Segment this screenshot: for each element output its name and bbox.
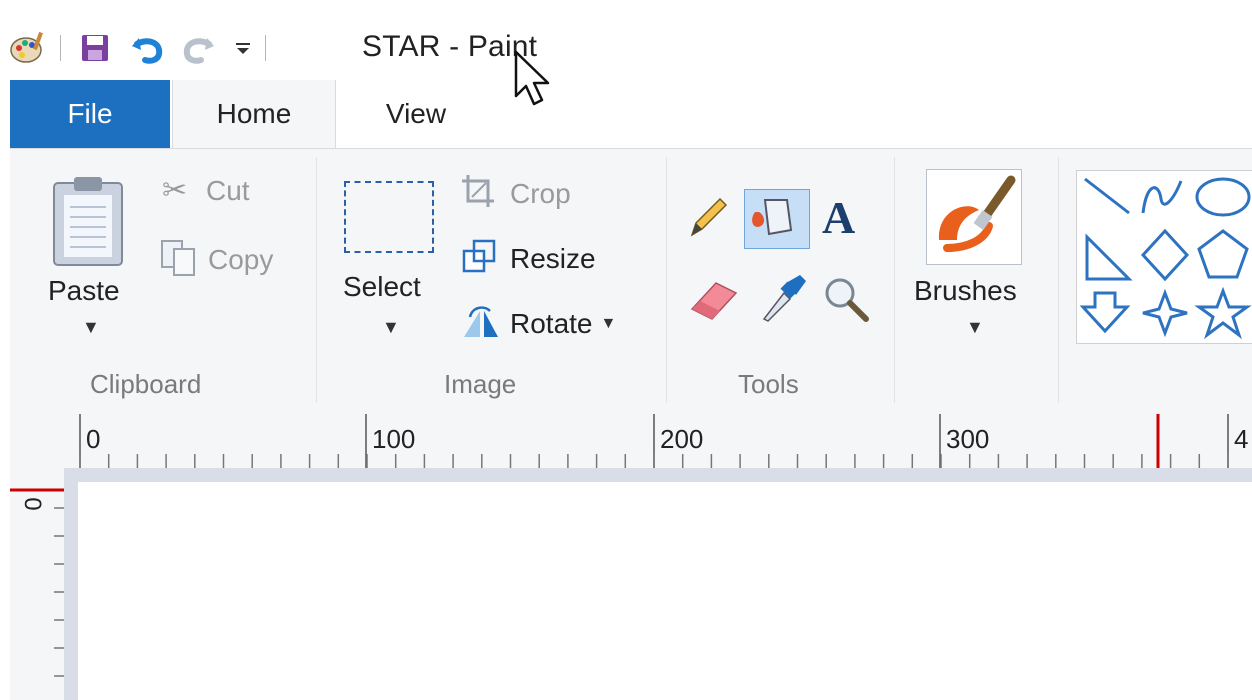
save-icon[interactable]	[75, 28, 115, 68]
tab-view[interactable]: View	[336, 80, 496, 148]
down-arrow-icon	[1079, 291, 1131, 334]
pencil-tool[interactable]	[686, 193, 732, 239]
group-separator	[316, 157, 317, 403]
rotate-button[interactable]: Rotate ▼	[460, 301, 616, 346]
right-triangle-icon	[1085, 233, 1133, 281]
select-button[interactable]: Select ▼	[330, 171, 448, 351]
ruler-label-300: 300	[946, 424, 990, 454]
group-separator	[666, 157, 667, 403]
ruler-label-0: 0	[86, 424, 101, 454]
qat-separator	[60, 35, 61, 61]
rotate-dropdown-arrow-icon: ▼	[600, 314, 617, 332]
cut-button[interactable]: ✂ Cut	[162, 173, 250, 208]
vertical-ruler-label-0: 0	[20, 497, 48, 511]
curve-icon	[1141, 180, 1183, 214]
scissors-icon: ✂	[162, 174, 188, 207]
tab-file[interactable]: File	[10, 80, 170, 148]
text-tool[interactable]: A	[822, 191, 872, 243]
select-rectangle-icon	[344, 181, 434, 253]
paste-dropdown-arrow-icon: ▼	[82, 317, 100, 337]
crop-label: Crop	[510, 177, 571, 209]
window-title: STAR - Paint	[362, 30, 538, 63]
group-label-image: Image	[444, 369, 517, 399]
group-label-tools: Tools	[738, 369, 799, 399]
magnifier-tool[interactable]	[820, 273, 874, 325]
vertical-ruler: 0	[10, 468, 64, 700]
brush-icon	[926, 169, 1022, 265]
five-point-star-icon	[1194, 286, 1252, 340]
magnifier-icon	[825, 278, 869, 322]
resize-button[interactable]: Resize	[460, 237, 596, 280]
pencil-icon	[690, 197, 728, 237]
quick-access-toolbar	[8, 26, 280, 70]
resize-icon	[460, 237, 510, 280]
paint-app-icon[interactable]	[8, 28, 48, 68]
eraser-icon	[690, 282, 738, 320]
rotate-icon	[460, 301, 510, 346]
pentagon-icon	[1197, 229, 1249, 279]
group-separator	[1058, 157, 1059, 403]
ribbon-home: Paste ▼ ✂ Cut Copy Clipboard Select ▼ Cr…	[10, 148, 1252, 412]
eraser-tool[interactable]	[686, 273, 742, 323]
ribbon-tabs: File Home View	[0, 80, 1252, 148]
brushes-button[interactable]: Brushes ▼	[906, 167, 1046, 357]
paste-label: Paste	[48, 275, 120, 306]
shapes-gallery	[1076, 170, 1252, 344]
line-icon	[1084, 177, 1130, 215]
brushes-label: Brushes	[914, 275, 1017, 306]
copy-icon	[158, 237, 208, 282]
select-label: Select	[343, 271, 421, 302]
crop-icon	[460, 173, 510, 214]
tab-home[interactable]: Home	[172, 80, 336, 148]
copy-button[interactable]: Copy	[158, 237, 273, 282]
fill-tool[interactable]	[744, 189, 810, 249]
horizontal-ruler: 0 100 200 300 4	[10, 410, 1252, 468]
text-icon: A	[822, 192, 856, 243]
cut-label: Cut	[206, 174, 250, 206]
crop-button[interactable]: Crop	[460, 173, 571, 214]
oval-icon	[1195, 177, 1251, 217]
rotate-label: Rotate	[510, 307, 593, 339]
ruler-label-400: 4	[1234, 424, 1249, 454]
four-point-star-icon	[1142, 288, 1188, 338]
diamond-icon	[1140, 228, 1190, 282]
title-bar: STAR - Paint	[0, 0, 1252, 106]
drawing-canvas[interactable]	[78, 482, 1252, 700]
color-picker-icon	[762, 275, 806, 322]
group-label-clipboard: Clipboard	[90, 369, 202, 399]
paste-button[interactable]: Paste ▼	[40, 167, 140, 357]
group-separator	[894, 157, 895, 403]
select-dropdown-arrow-icon: ▼	[382, 317, 400, 337]
customize-qat-icon[interactable]	[231, 28, 255, 68]
copy-label: Copy	[208, 243, 274, 275]
resize-label: Resize	[510, 242, 596, 274]
ruler-label-100: 100	[372, 424, 416, 454]
qat-separator	[265, 35, 266, 61]
clipboard-icon	[52, 175, 124, 272]
color-picker-tool[interactable]	[756, 271, 808, 325]
ruler-label-200: 200	[660, 424, 704, 454]
redo-icon[interactable]	[179, 28, 219, 68]
undo-icon[interactable]	[127, 28, 167, 68]
fill-icon	[752, 199, 793, 236]
brushes-dropdown-arrow-icon: ▼	[966, 317, 984, 337]
